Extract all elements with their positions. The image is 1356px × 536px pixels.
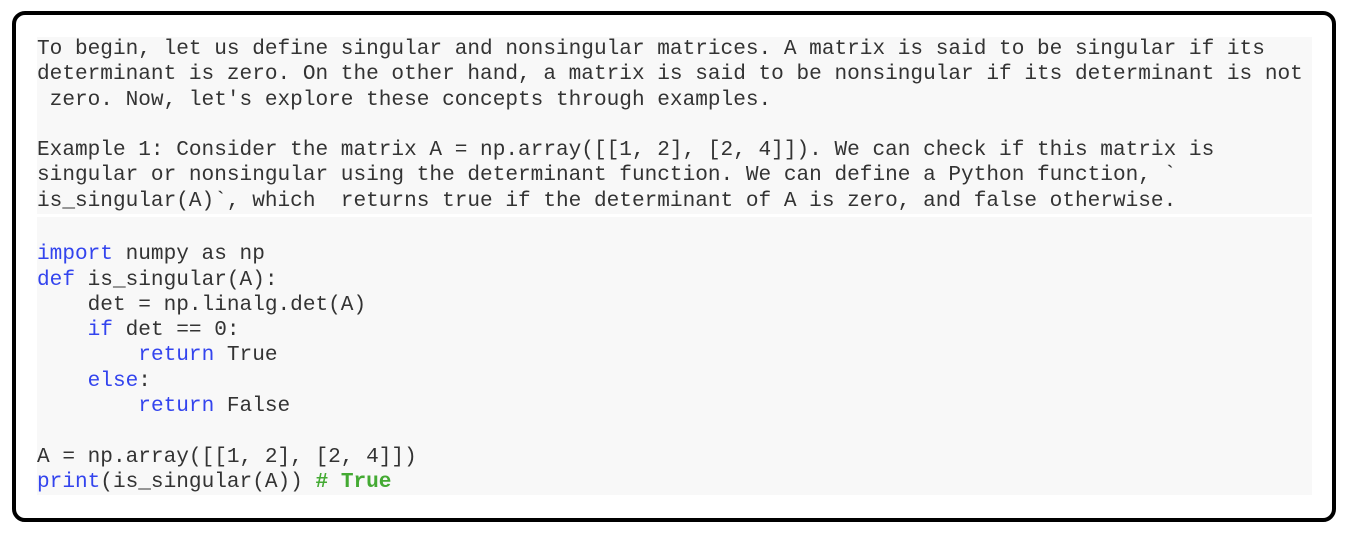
code-keyword: print bbox=[37, 469, 101, 494]
code-line: import numpy as np bbox=[37, 242, 1312, 267]
text-line: determinant is zero. On the other hand, … bbox=[37, 62, 1303, 87]
text-line: singular or nonsingular using the determ… bbox=[37, 163, 1177, 188]
code-keyword: return bbox=[138, 343, 215, 368]
code-line: det = np.linalg.det(A) bbox=[37, 293, 1312, 318]
code-text: numpy as np bbox=[112, 242, 265, 267]
code-keyword: return bbox=[138, 394, 215, 419]
code-line: return True bbox=[37, 343, 1312, 368]
text-line: Example 1: Consider the matrix A = np.ar… bbox=[37, 138, 1215, 163]
explanation-text-block: To begin, let us define singular and non… bbox=[37, 37, 1312, 214]
code-line: def is_singular(A): bbox=[37, 268, 1312, 293]
text-line bbox=[37, 113, 1312, 138]
code-keyword: import bbox=[37, 242, 113, 267]
code-text: is_singular(A): bbox=[74, 267, 278, 292]
code-text: det = np.linalg.det(A) bbox=[37, 292, 367, 317]
code-line: A = np.array([[1, 2], [2, 4]]) bbox=[37, 445, 1312, 470]
code-line: else: bbox=[37, 369, 1312, 394]
text-line: To begin, let us define singular and non… bbox=[37, 37, 1265, 61]
code-text: A = np.array([[1, 2], [2, 4]]) bbox=[37, 444, 417, 469]
text-line: zero. Now, let's explore these concepts … bbox=[37, 87, 772, 112]
code-line: print(is_singular(A)) # True bbox=[37, 470, 1312, 495]
code-text: (is_singular(A)) bbox=[100, 469, 316, 494]
code-line: return False bbox=[37, 394, 1312, 419]
text-line: is_singular(A)`, which returns true if t… bbox=[37, 188, 1177, 213]
code-text: det == 0: bbox=[112, 318, 240, 343]
code-keyword: else bbox=[87, 368, 139, 393]
code-line: if det == 0: bbox=[37, 318, 1312, 343]
code-text: False bbox=[214, 394, 291, 419]
code-text: True bbox=[214, 343, 278, 368]
code-text: : bbox=[138, 368, 151, 393]
code-comment: # True bbox=[315, 469, 392, 494]
code-keyword: def bbox=[37, 267, 75, 292]
python-code-block: import numpy as np def is_singular(A): de… bbox=[37, 217, 1312, 495]
code-keyword: if bbox=[87, 318, 113, 343]
